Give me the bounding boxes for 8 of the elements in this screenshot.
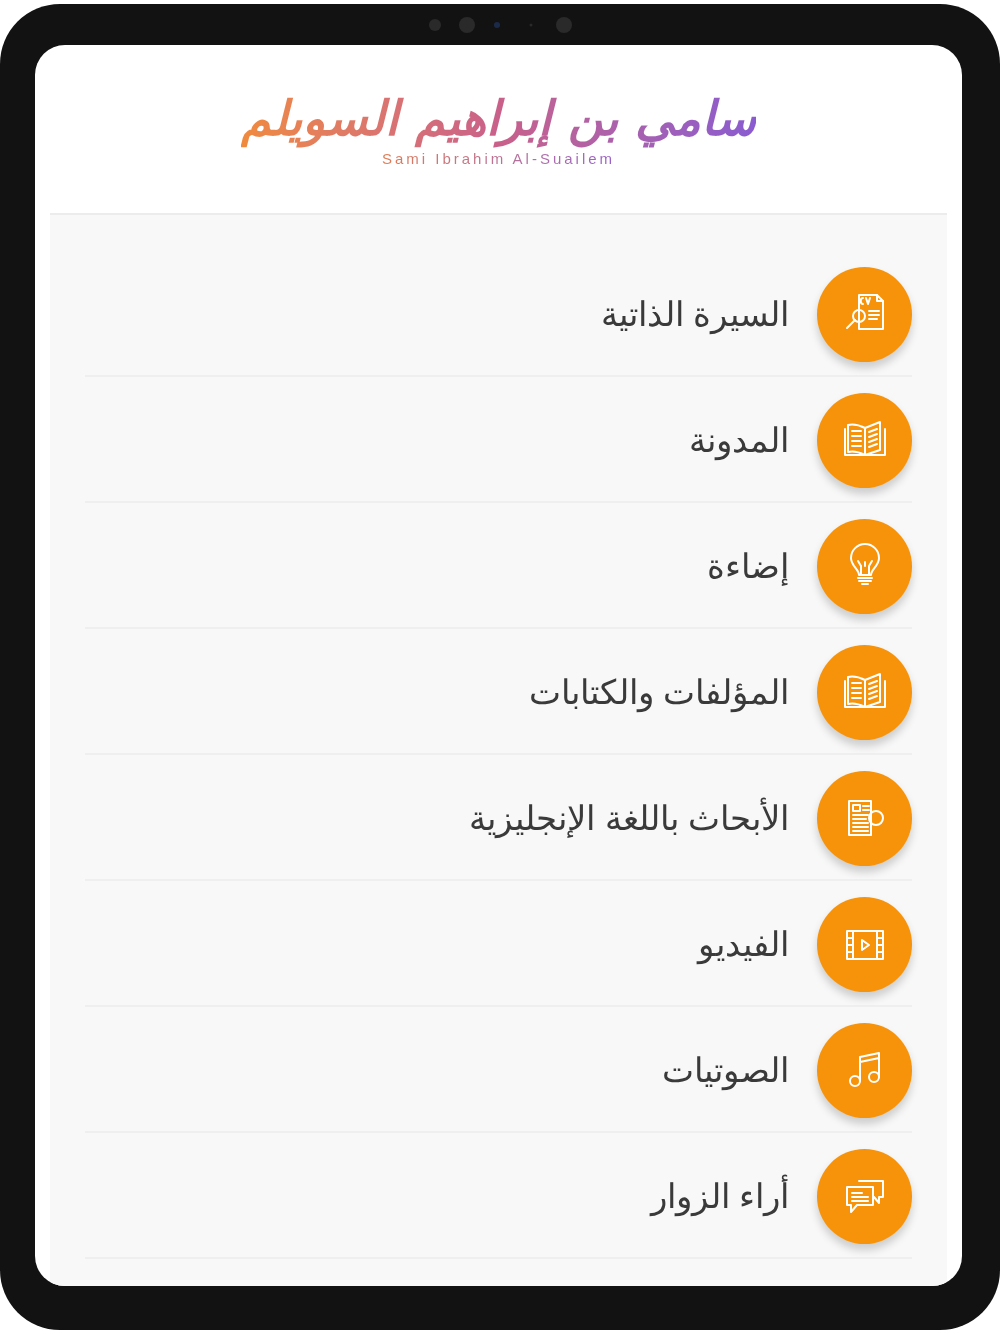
menu-item-label[interactable]: إضاءة xyxy=(707,541,789,592)
menu-item-label[interactable]: المؤلفات والكتابات xyxy=(528,667,789,718)
menu-item-label[interactable]: المدونة xyxy=(689,415,789,466)
menu-item-label[interactable]: السيرة الذاتية xyxy=(600,289,789,340)
menu-item-label[interactable]: الأبحاث باللغة الإنجليزية xyxy=(469,793,789,844)
menu-item-label[interactable]: الصوتيات xyxy=(662,1045,789,1096)
menu-item-label[interactable]: الفيديو xyxy=(698,919,789,970)
menu-item-label[interactable]: أراء الزوار xyxy=(650,1171,789,1222)
